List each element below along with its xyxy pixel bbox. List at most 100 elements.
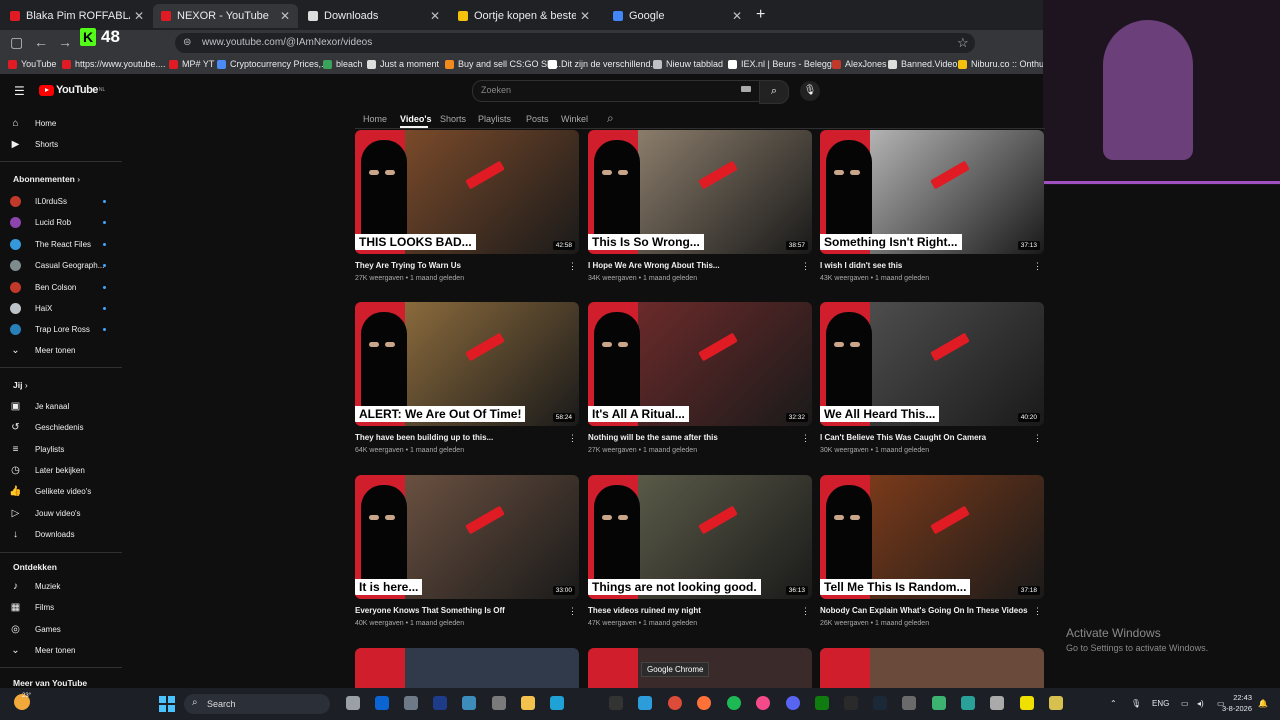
sidebar-item[interactable]: ≡ Playlists (10, 444, 65, 455)
bookmark-item[interactable]: YouTube (8, 59, 56, 69)
language-indicator[interactable]: ENG (1152, 699, 1169, 708)
browser-tab[interactable]: NEXOR - YouTube ✕ (153, 4, 298, 28)
sidebar-toggle-icon[interactable]: ▢ (10, 34, 23, 51)
you-header[interactable]: Jij › (13, 380, 28, 390)
start-icon[interactable] (159, 696, 175, 712)
more-actions-icon[interactable]: ⋮ (1033, 261, 1042, 272)
video-card[interactable]: It is here... 33:00 Everyone Knows That So… (355, 475, 579, 627)
site-info-icon[interactable]: ⊜ (183, 37, 191, 48)
sidebar-item[interactable]: ↓ Downloads (10, 529, 75, 540)
terminal-icon[interactable] (609, 696, 623, 710)
sidebar-item[interactable]: 👍 Gelikete video's (9, 486, 91, 497)
taskbar-search[interactable]: ⌕ Search (184, 694, 330, 714)
keyboard-icon[interactable] (741, 86, 751, 92)
video-thumbnail-partial[interactable] (820, 648, 1044, 688)
volume-icon[interactable]: ◂) (1197, 699, 1204, 708)
discord-icon[interactable] (786, 696, 800, 710)
clock-time[interactable]: 22:43 (1232, 693, 1252, 702)
search-button[interactable]: ⌕ (759, 80, 789, 104)
video-title[interactable]: Nobody Can Explain What's Going On In Th… (820, 606, 1030, 615)
sidebar-item[interactable]: The React Files (10, 238, 91, 250)
bookmark-item[interactable]: Cryptocurrency Prices,... (217, 59, 329, 69)
sidebar-item[interactable]: ▶ Shorts (10, 139, 58, 150)
bookmark-item[interactable]: Niburu.co :: Onthulle (958, 59, 1053, 69)
app-icon[interactable] (433, 696, 447, 710)
sidebar-item[interactable]: ▦ Films (10, 602, 54, 613)
app-icon[interactable] (462, 696, 476, 710)
video-thumbnail[interactable]: We All Heard This... 40:20 (820, 302, 1044, 426)
microphone-tray-icon[interactable]: 🎙 (1131, 699, 1141, 708)
video-thumbnail[interactable]: Tell Me This Is Random... 37:18 (820, 475, 1044, 599)
bookmark-item[interactable]: AlexJones (832, 59, 887, 69)
sidebar-item[interactable]: Casual Geograph... (10, 260, 104, 272)
video-thumbnail[interactable]: This Is So Wrong... 38:57 (588, 130, 812, 254)
explore-header[interactable]: Ontdekken (13, 562, 57, 572)
close-icon[interactable]: ✕ (732, 9, 742, 23)
video-title[interactable]: They Are Trying To Warn Us (355, 261, 565, 270)
video-card[interactable]: ALERT: We Are Out Of Time! 58:24 They have… (355, 302, 579, 454)
bookmark-item[interactable]: https://www.youtube.... (62, 59, 166, 69)
more-from-youtube-header[interactable]: Meer van YouTube (13, 678, 87, 688)
video-thumbnail[interactable]: ALERT: We Are Out Of Time! 58:24 (355, 302, 579, 426)
file-explorer-icon[interactable] (521, 696, 535, 710)
more-actions-icon[interactable]: ⋮ (568, 261, 577, 272)
video-title[interactable]: They have been building up to this... (355, 433, 565, 442)
video-card[interactable]: This Is So Wrong... 38:57 I Hope We Are Wr… (588, 130, 812, 282)
more-actions-icon[interactable]: ⋮ (1033, 606, 1042, 617)
sidebar-item[interactable]: ⌂ Home (10, 118, 56, 129)
new-tab-button[interactable]: + (756, 6, 765, 24)
bookmark-item[interactable]: Just a moment (367, 59, 439, 69)
close-icon[interactable]: ✕ (580, 9, 590, 23)
calculator-icon[interactable] (404, 696, 418, 710)
channel-search-icon[interactable]: ⌕ (607, 111, 614, 126)
channel-tab[interactable]: Home (363, 114, 387, 124)
channel-tab[interactable]: Shorts (440, 114, 466, 124)
browser-tab[interactable]: Blaka Pim ROFFABLAM FRE ✕ (2, 4, 152, 28)
spotify-icon[interactable] (727, 696, 741, 710)
bookmark-item[interactable]: Banned.Video (888, 59, 957, 69)
more-actions-icon[interactable]: ⋮ (801, 261, 810, 272)
video-thumbnail-partial[interactable] (355, 648, 579, 688)
network-icon[interactable]: ▭ (1181, 699, 1189, 708)
video-card[interactable]: We All Heard This... 40:20 I Can't Believe… (820, 302, 1044, 454)
app-icon[interactable] (990, 696, 1004, 710)
app-icon[interactable] (902, 696, 916, 710)
chrome-icon[interactable] (668, 696, 682, 710)
extension-badge[interactable]: K 48 (80, 25, 126, 49)
search-input[interactable]: Zoeken (472, 80, 760, 102)
app-icon[interactable] (1020, 696, 1034, 710)
bookmark-item[interactable]: Buy and sell CS:GO Ski... (445, 59, 561, 69)
video-card[interactable]: It's All A Ritual... 32:32 Nothing will be… (588, 302, 812, 454)
app-icon[interactable] (932, 696, 946, 710)
bookmark-star-icon[interactable]: ☆ (957, 35, 969, 51)
bookmark-item[interactable]: IEX.nl | Beurs - Belegg... (728, 59, 839, 69)
voice-search-button[interactable]: 🎙 (800, 81, 820, 101)
channel-tab[interactable]: Posts (526, 114, 549, 124)
more-actions-icon[interactable]: ⋮ (568, 606, 577, 617)
video-title[interactable]: Everyone Knows That Something Is Off (355, 606, 565, 615)
more-actions-icon[interactable]: ⋮ (801, 606, 810, 617)
sidebar-item[interactable]: IL0rduSs (10, 196, 67, 207)
browser-tab[interactable]: Downloads ✕ (300, 4, 448, 28)
steam-icon[interactable] (873, 696, 887, 710)
channel-tab[interactable]: Video's (400, 114, 432, 124)
bookmark-item[interactable]: MP# YT (169, 59, 214, 69)
bookmark-item[interactable]: bleach (323, 59, 363, 69)
channel-tab[interactable]: Winkel (561, 114, 588, 124)
taskview-icon[interactable] (346, 696, 360, 710)
app-icon[interactable] (1049, 696, 1063, 710)
settings-icon[interactable] (492, 696, 506, 710)
video-thumbnail[interactable]: Things are not looking good. 36:13 (588, 475, 812, 599)
xbox-icon[interactable] (815, 696, 829, 710)
clock-date[interactable]: 3-8-2026 (1222, 704, 1252, 713)
video-title[interactable]: These videos ruined my night (588, 606, 798, 615)
sidebar-item[interactable]: HaiX (10, 303, 52, 314)
video-title[interactable]: I Hope We Are Wrong About This... (588, 261, 798, 270)
forward-button[interactable]: → (58, 34, 72, 50)
sidebar-item[interactable]: Trap Lore Ross (10, 324, 90, 336)
sidebar-item[interactable]: ▣ Je kanaal (10, 401, 69, 412)
more-actions-icon[interactable]: ⋮ (1033, 433, 1042, 444)
video-thumbnail[interactable]: It is here... 33:00 (355, 475, 579, 599)
more-actions-icon[interactable]: ⋮ (568, 433, 577, 444)
firefox-icon[interactable] (697, 696, 711, 710)
